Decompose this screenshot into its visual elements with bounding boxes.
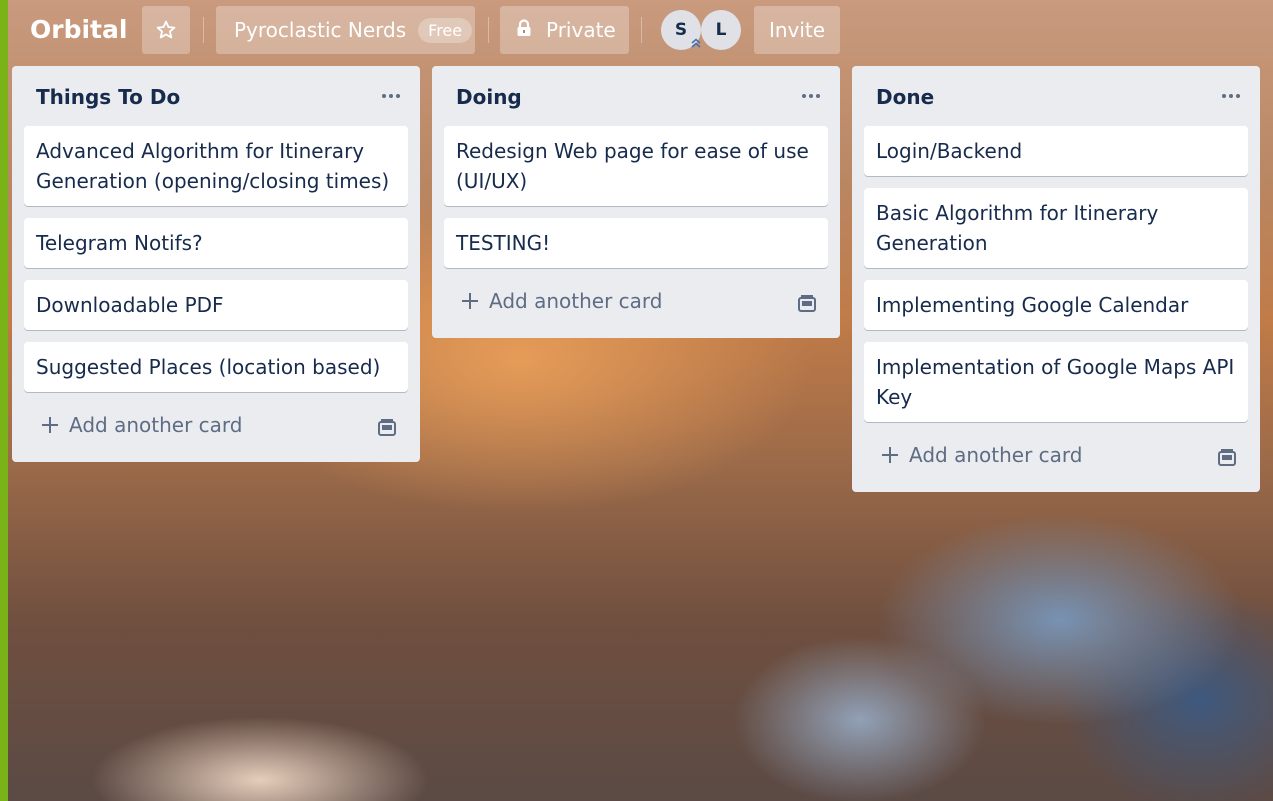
card[interactable]: Implementing Google Calendar xyxy=(864,280,1248,330)
card[interactable]: Downloadable PDF xyxy=(24,280,408,330)
admin-chevron-icon xyxy=(691,38,701,48)
list-doing: Doing Redesign Web page for ease of use … xyxy=(432,66,840,338)
list-menu-icon[interactable] xyxy=(376,86,406,106)
add-card-button[interactable]: Add another card xyxy=(864,434,1248,484)
plan-badge: Free xyxy=(418,17,473,43)
card-template-icon[interactable] xyxy=(1216,447,1238,469)
list-things-to-do: Things To Do Advanced Algorithm for Itin… xyxy=(12,66,420,462)
team-button[interactable]: Pyroclastic Nerds Free xyxy=(216,6,475,54)
add-card-label: Add another card xyxy=(69,413,243,437)
add-card-button[interactable]: Add another card xyxy=(24,404,408,454)
member-avatar[interactable]: L xyxy=(701,10,741,50)
list-done: Done Login/Backend Basic Algorithm for I… xyxy=(852,66,1260,492)
visibility-button[interactable]: Private xyxy=(500,6,629,54)
list-menu-icon[interactable] xyxy=(1216,86,1246,106)
card-template-icon[interactable] xyxy=(796,293,818,315)
list-header: Doing xyxy=(432,66,840,126)
add-card-button[interactable]: Add another card xyxy=(444,280,828,330)
card[interactable]: Login/Backend xyxy=(864,126,1248,176)
plus-icon xyxy=(42,417,58,433)
card[interactable]: Implementation of Google Maps API Key xyxy=(864,342,1248,422)
invite-button[interactable]: Invite xyxy=(754,6,840,54)
card[interactable]: Suggested Places (location based) xyxy=(24,342,408,392)
board-header: Orbital Pyroclastic Nerds Free Private S… xyxy=(8,0,1273,62)
star-board-button[interactable] xyxy=(142,6,190,54)
list-title[interactable]: Done xyxy=(876,85,934,109)
add-card-label: Add another card xyxy=(909,443,1083,467)
star-icon xyxy=(156,20,176,39)
card[interactable]: TESTING! xyxy=(444,218,828,268)
add-card-label: Add another card xyxy=(489,289,663,313)
card[interactable]: Basic Algorithm for Itinerary Generation xyxy=(864,188,1248,268)
lock-icon xyxy=(516,18,532,42)
header-divider xyxy=(488,17,489,43)
card[interactable]: Telegram Notifs? xyxy=(24,218,408,268)
card[interactable]: Redesign Web page for ease of use (UI/UX… xyxy=(444,126,828,206)
team-name: Pyroclastic Nerds xyxy=(234,18,407,42)
card[interactable]: Advanced Algorithm for Itinerary Generat… xyxy=(24,126,408,206)
list-header: Things To Do xyxy=(12,66,420,126)
plus-icon xyxy=(462,293,478,309)
list-title[interactable]: Doing xyxy=(456,85,522,109)
list-header: Done xyxy=(852,66,1260,126)
list-menu-icon[interactable] xyxy=(796,86,826,106)
plus-icon xyxy=(882,447,898,463)
list-title[interactable]: Things To Do xyxy=(36,85,180,109)
visibility-label: Private xyxy=(546,18,616,42)
card-template-icon[interactable] xyxy=(376,417,398,439)
header-divider xyxy=(641,17,642,43)
accent-bar xyxy=(0,0,8,801)
header-divider xyxy=(203,17,204,43)
board-title[interactable]: Orbital xyxy=(30,15,127,44)
